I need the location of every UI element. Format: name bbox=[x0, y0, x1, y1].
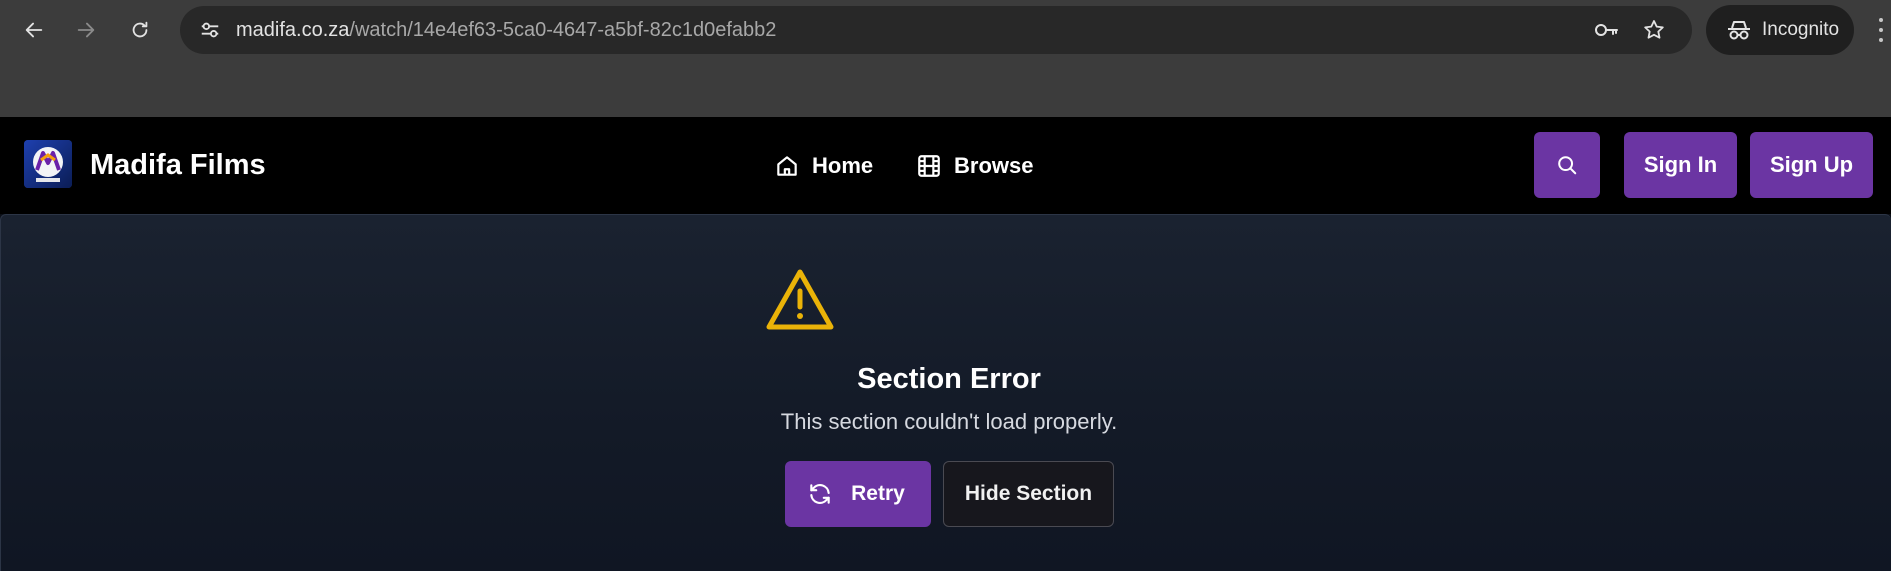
password-key-icon bbox=[1595, 24, 1618, 36]
bookmark-button[interactable] bbox=[1638, 14, 1670, 46]
back-icon bbox=[25, 22, 43, 38]
home-icon bbox=[777, 156, 797, 176]
reload-button[interactable] bbox=[122, 12, 158, 48]
sign-up-button[interactable]: Sign Up bbox=[1750, 132, 1873, 198]
url-host: madifa.co.za bbox=[236, 19, 350, 41]
forward-button[interactable] bbox=[68, 12, 104, 48]
warning-triangle-icon bbox=[766, 269, 834, 330]
incognito-label: Incognito bbox=[1762, 19, 1840, 40]
incognito-indicator[interactable]: Incognito bbox=[1706, 5, 1854, 55]
back-button[interactable] bbox=[16, 12, 52, 48]
logo-icon bbox=[24, 140, 72, 188]
site-settings-button[interactable] bbox=[192, 12, 228, 48]
retry-label: Retry bbox=[851, 482, 905, 505]
hide-section-button[interactable]: Hide Section bbox=[943, 461, 1114, 527]
site-settings-icon bbox=[201, 22, 219, 38]
password-key-button[interactable] bbox=[1590, 14, 1622, 46]
nav-browse[interactable]: Browse bbox=[916, 145, 1033, 187]
reload-icon bbox=[132, 21, 148, 38]
site-logo[interactable] bbox=[24, 140, 72, 188]
bookmark-star-icon bbox=[1644, 20, 1664, 39]
film-icon bbox=[918, 155, 940, 177]
browser-toolbar: madifa.co.za/watch/14e4ef63-5ca0-4647-a5… bbox=[0, 0, 1891, 61]
url-text[interactable]: madifa.co.za/watch/14e4ef63-5ca0-4647-a5… bbox=[236, 6, 776, 54]
nav-browse-label: Browse bbox=[954, 153, 1034, 178]
more-menu-icon[interactable] bbox=[1876, 14, 1886, 46]
bookmarks-strip bbox=[0, 61, 1891, 118]
nav-home-label: Home bbox=[812, 153, 874, 178]
forward-icon bbox=[77, 22, 95, 38]
retry-button[interactable]: Retry bbox=[785, 461, 931, 527]
refresh-icon bbox=[810, 484, 830, 504]
incognito-icon bbox=[1728, 21, 1750, 40]
error-message: This section couldn't load properly. bbox=[780, 409, 1118, 434]
address-bar[interactable]: madifa.co.za/watch/14e4ef63-5ca0-4647-a5… bbox=[180, 6, 1692, 54]
nav-home[interactable]: Home bbox=[774, 145, 873, 187]
brand-name[interactable]: Madifa Films bbox=[90, 117, 266, 214]
sign-in-button[interactable]: Sign In bbox=[1624, 132, 1737, 198]
site-header: Madifa Films Home Browse Sign In Sign Up bbox=[0, 117, 1891, 214]
search-icon bbox=[1558, 156, 1577, 175]
url-path: /watch/14e4ef63-5ca0-4647-a5bf-82c1d0efa… bbox=[349, 19, 777, 41]
search-button[interactable] bbox=[1534, 132, 1600, 198]
section-error-panel: Section Error This section couldn't load… bbox=[0, 214, 1891, 571]
error-title: Section Error bbox=[857, 363, 1041, 395]
